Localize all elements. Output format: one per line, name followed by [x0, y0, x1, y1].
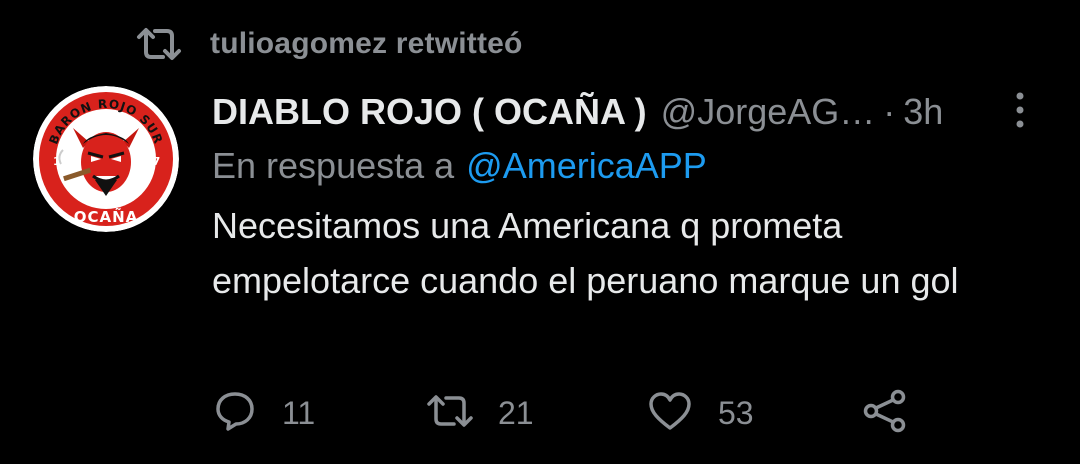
avatar-bottom-text: OCAÑA — [74, 207, 139, 226]
reply-button[interactable]: 11 — [214, 388, 315, 438]
like-count: 53 — [718, 394, 754, 431]
retweeted-by-text: tulioagomez retwitteó — [210, 27, 523, 60]
more-options-icon[interactable] — [1010, 90, 1030, 130]
tweet-header: DIABLO ROJO ( OCAÑA ) @JorgeAG… · 3h — [212, 84, 1012, 140]
share-button[interactable] — [862, 388, 908, 438]
avatar-right-text: 27 — [145, 155, 160, 168]
avatar-left-text: 19 — [53, 155, 68, 168]
header-separator: · — [883, 91, 896, 132]
display-name[interactable]: DIABLO ROJO ( OCAÑA ) — [212, 91, 647, 133]
tweet-body[interactable]: DIABLO ROJO ( OCAÑA ) @JorgeAG… · 3h En … — [212, 84, 1012, 308]
reply-mention-link[interactable]: @AmericaAPP — [466, 145, 707, 187]
like-button[interactable]: 53 — [648, 388, 754, 438]
reply-context: En respuesta a @AmericaAPP — [212, 140, 1012, 192]
retweet-icon — [426, 393, 474, 434]
svg-text:BARON ROJO SUR: BARON ROJO SUR — [46, 97, 165, 146]
retweet-count: 21 — [498, 394, 534, 431]
share-icon — [862, 389, 908, 438]
retweet-button[interactable]: 21 — [426, 388, 534, 438]
retweet-icon — [136, 24, 182, 64]
user-handle[interactable]: @JorgeAG… — [661, 91, 876, 133]
tweet-actions: 11 21 53 — [214, 388, 934, 438]
reply-count: 11 — [282, 394, 316, 431]
reply-icon — [214, 390, 256, 437]
tweet-text: Necesitamos una Americana q prometa empe… — [212, 205, 959, 301]
heart-icon — [648, 391, 692, 436]
tweet-timestamp[interactable]: 3h — [903, 91, 943, 133]
avatar[interactable]: BARON ROJO SUR 19 27 OCAÑA — [33, 86, 179, 232]
reply-prefix: En respuesta a — [212, 145, 455, 186]
retweet-attribution[interactable]: tulioagomez retwitteó — [136, 24, 523, 64]
avatar-top-text: BARON ROJO SUR — [46, 97, 164, 146]
